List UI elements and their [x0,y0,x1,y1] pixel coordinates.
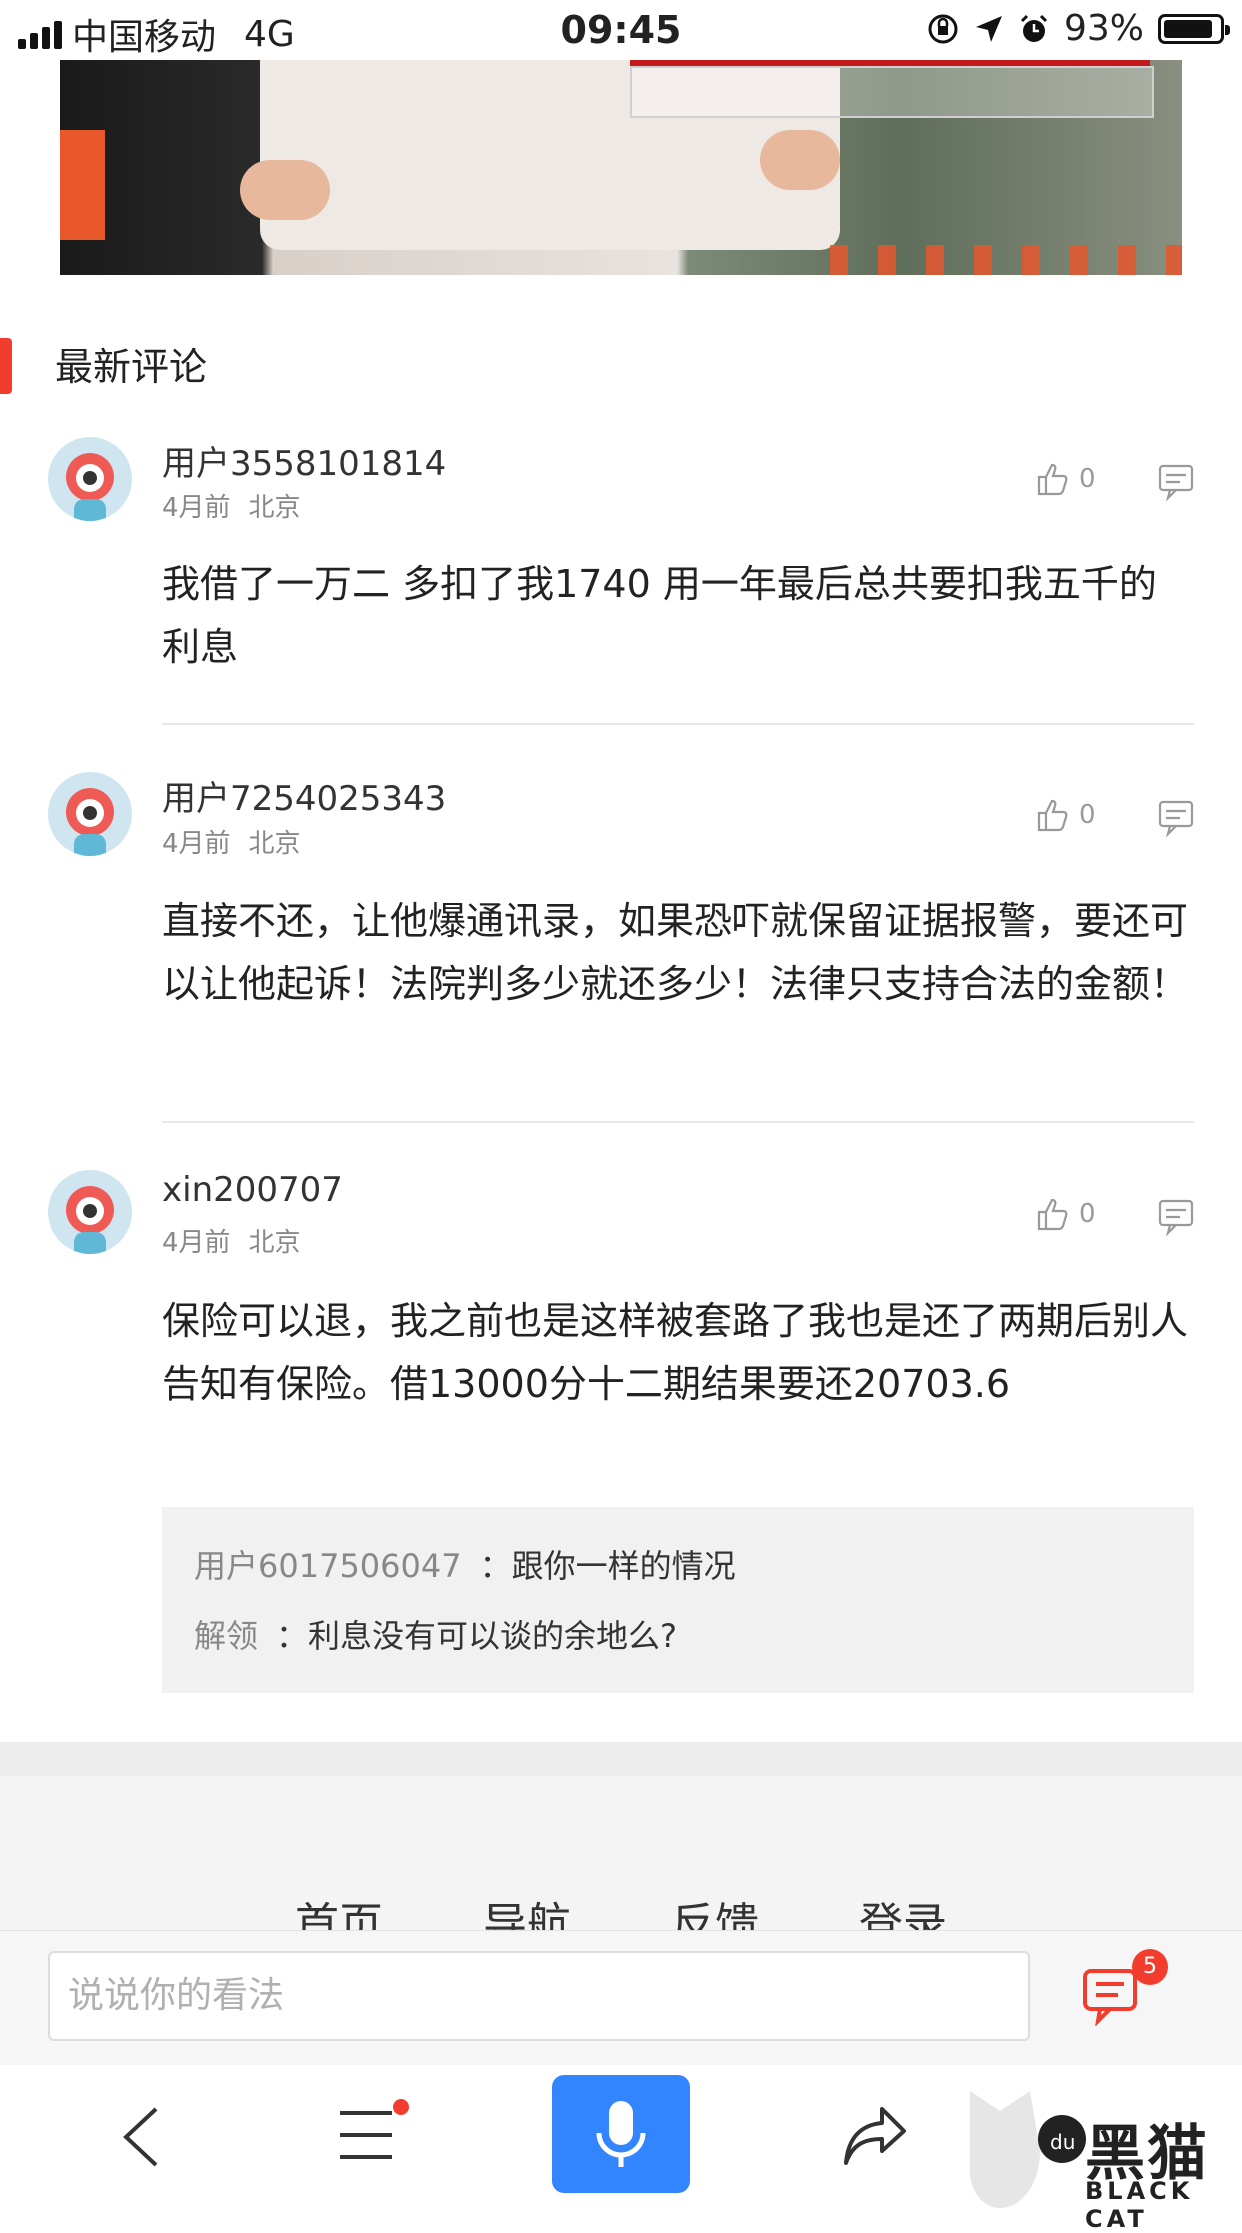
section-accent-bar [0,338,12,394]
reply-text: ：跟你一样的情况 [479,1547,736,1585]
thumbs-up-icon [1037,1198,1068,1231]
footer-link-login[interactable]: 登录 [859,1888,947,1930]
comment-meta: 4月前 北京 [162,1222,301,1259]
like-button[interactable]: 0 [1035,796,1096,834]
reply-username[interactable]: 用户6017506047 [194,1547,462,1585]
comment-text: 直接不还，让他爆通讯录，如果恐吓就保留证据报警，要还可以让他起诉！法院判多少就还… [162,899,1189,1006]
footer-separator [0,1742,1242,1776]
reply-item[interactable]: 解领 ：利息没有可以谈的余地么? [194,1611,677,1657]
reply-text: ：利息没有可以谈的余地么? [276,1617,678,1655]
comment-text: 保险可以退，我之前也是这样被套路了我也是还了两期后别人告知有保险。借13000分… [162,1299,1189,1406]
like-count: 0 [1079,464,1096,494]
section-title: 最新评论 [55,345,208,389]
back-icon[interactable] [118,2105,162,2169]
footer-link-nav[interactable]: 导航 [483,1888,571,1930]
comment-meta: 4月前 北京 [162,823,301,860]
comment-username[interactable]: 用户7254025343 [162,771,446,820]
reply-list: 用户6017506047 ：跟你一样的情况 解领 ：利息没有可以谈的余地么? [162,1507,1194,1693]
reply-item[interactable]: 用户6017506047 ：跟你一样的情况 [194,1541,736,1587]
divider [162,723,1194,725]
avatar[interactable] [48,1170,132,1254]
comment-text: 我借了一万二 多扣了我1740 用一年最后总共要扣我五千的利息 [162,562,1157,669]
reply-icon[interactable] [1158,1198,1194,1236]
thumbs-up-icon [1037,799,1068,832]
reply-username[interactable]: 解领 [194,1617,258,1655]
comment-username[interactable]: xin200707 [162,1170,343,1210]
like-count: 0 [1079,800,1096,830]
article-image [60,60,1182,275]
comment-location: 北京 [248,493,301,523]
comments-icon[interactable] [1082,1966,1138,2026]
like-count: 0 [1079,1199,1096,1229]
microphone-icon [596,2101,646,2167]
watermark-subtext: BLACK CAT [1085,2177,1194,2233]
alarm-icon [1020,14,1048,42]
footer-link-home[interactable]: 首页 [295,1888,383,1930]
menu-icon[interactable] [338,2109,394,2161]
comment-input[interactable]: 说说你的看法 [48,1951,1030,2041]
reply-icon[interactable] [1158,463,1194,501]
comment-input-bar: 说说你的看法 5 [0,1930,1242,2066]
battery-icon [1158,13,1230,44]
like-button[interactable]: 0 [1035,460,1096,498]
comment-location: 北京 [248,1228,301,1258]
site-footer: 首页 导航 反馈 登录 [0,1776,1242,1930]
status-bar: 中国移动 4G 09:45 93% [0,0,1242,60]
comment-time: 4月前 [162,493,231,523]
share-icon[interactable] [842,2105,908,2167]
battery-percent: 93% [1063,8,1144,49]
avatar[interactable] [48,772,132,856]
rotation-lock-icon [928,14,958,43]
comment-count-badge: 5 [1132,1949,1168,1985]
divider [162,1121,1194,1123]
thumbs-up-icon [1037,463,1068,496]
comment-username[interactable]: 用户3558101814 [162,436,446,485]
reply-icon[interactable] [1158,799,1194,837]
location-arrow-icon [975,15,1002,42]
comment-time: 4月前 [162,1228,231,1258]
notification-dot [393,2099,409,2115]
like-button[interactable]: 0 [1035,1195,1096,1233]
comment-meta: 4月前 北京 [162,487,301,524]
comment-time: 4月前 [162,829,231,859]
footer-link-feedback[interactable]: 反馈 [671,1888,759,1930]
svg-text:du: du [1050,2130,1075,2154]
comment-location: 北京 [248,829,301,859]
bottom-nav: du 黑猫 BLACK CAT [0,2065,1242,2233]
avatar[interactable] [48,437,132,521]
voice-search-button[interactable] [552,2075,690,2193]
